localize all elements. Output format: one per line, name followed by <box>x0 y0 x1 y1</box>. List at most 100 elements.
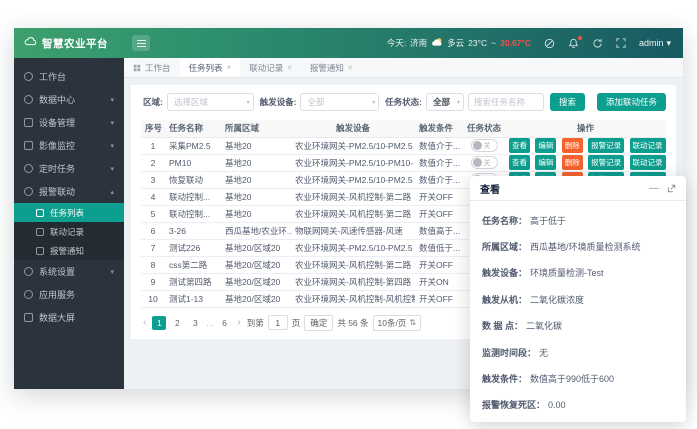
panel-body: 任务名称：高于低于 所属区域：西瓜基地/环境质量检测系统 触发设备：环境质量检测… <box>470 201 686 422</box>
page-number[interactable]: 1 <box>152 316 166 330</box>
close-icon[interactable]: × <box>287 63 292 72</box>
col-no: 序号 <box>141 120 165 137</box>
close-icon[interactable]: × <box>227 63 232 72</box>
goto-page-input[interactable] <box>268 315 288 330</box>
top-header: 智慧农业平台 今天: 济南 多云 23°C ~ 30.67°C <box>14 28 683 58</box>
prev-page-icon[interactable]: ‹ <box>141 317 148 328</box>
caret-down-icon: ▾ <box>247 99 250 106</box>
detail-field: 任务名称：高于低于 <box>482 214 674 227</box>
page-number[interactable]: 6 <box>217 316 231 330</box>
expand-icon[interactable] <box>667 184 676 193</box>
caret-down-icon: ▾ <box>666 38 671 49</box>
sidebar-item-scheduled-tasks[interactable]: 定时任务 ▾ <box>14 157 124 180</box>
weather-condition: 多云 <box>447 37 464 49</box>
view-button[interactable]: 查看 <box>509 138 530 153</box>
sidebar: 工作台 数据中心 ▾ 设备管理 ▾ 影像监控 ▾ 定时任务 ▾ <box>14 58 124 389</box>
username: admin <box>639 38 664 48</box>
sidebar-item-workbench[interactable]: 工作台 <box>14 65 124 88</box>
brand: 智慧农业平台 <box>14 34 124 52</box>
minimize-icon[interactable]: — <box>649 183 659 194</box>
caret-down-icon: ▾ <box>372 99 375 106</box>
page-suffix-label: 页 <box>292 317 301 329</box>
detail-field: 触发从机：二氧化碳浓度 <box>482 293 674 306</box>
edit-button[interactable]: 编辑 <box>535 155 556 170</box>
caret-down-icon: ▾ <box>110 142 114 150</box>
col-name: 任务名称 <box>165 120 221 137</box>
add-linkage-task-button[interactable]: 添加联动任务 <box>597 93 666 111</box>
page-number[interactable]: 3 <box>188 316 202 330</box>
sidebar-item-alarm-linkage[interactable]: 报警联动 ▴ <box>14 180 124 203</box>
linkage-record-button[interactable]: 联动记录 <box>630 138 666 153</box>
gear-icon <box>24 267 33 276</box>
search-input[interactable] <box>468 93 544 111</box>
caret-down-icon: ▾ <box>110 268 114 276</box>
delete-button[interactable]: 删除 <box>562 138 583 153</box>
page-number[interactable]: 2 <box>170 316 184 330</box>
tab-alarm-notice[interactable]: 报警通知 × <box>301 58 362 77</box>
close-icon[interactable]: × <box>348 63 353 72</box>
sidebar-item-data-center[interactable]: 数据中心 ▾ <box>14 88 124 111</box>
trigger-device-select[interactable]: 全部 ▾ <box>300 93 379 111</box>
weather-temp-high: 30.67°C <box>500 38 531 48</box>
status-toggle[interactable]: 关 <box>471 156 498 169</box>
user-menu[interactable]: admin ▾ <box>639 38 671 49</box>
sidebar-item-data-screen[interactable]: 数据大屏 <box>14 306 124 329</box>
help-icon[interactable] <box>544 38 555 49</box>
alarm-notice-icon <box>36 247 44 255</box>
sidebar-item-task-list[interactable]: 任务列表 <box>14 203 124 222</box>
alarm-record-button[interactable]: 报警记录 <box>588 155 624 170</box>
tab-task-list[interactable]: 任务列表 × <box>180 58 241 77</box>
table-row: 1 采集PM2.5 基地20 农业环境网关-PM2.5/10-PM2.5 数值介… <box>141 137 666 154</box>
edit-button[interactable]: 编辑 <box>535 138 556 153</box>
notification-bell-icon[interactable] <box>568 38 579 49</box>
sidebar-item-video-monitor[interactable]: 影像监控 ▾ <box>14 134 124 157</box>
logo-cloud-icon <box>24 34 37 52</box>
filter-bar: 区域: 选择区域 ▾ 触发设备: 全部 ▾ 任务状态: 全部 <box>141 93 666 111</box>
goto-label: 到第 <box>247 317 264 329</box>
sidebar-item-device-mgmt[interactable]: 设备管理 ▾ <box>14 111 124 134</box>
view-button[interactable]: 查看 <box>509 155 530 170</box>
tab-workbench[interactable]: 工作台 <box>124 58 180 77</box>
data-screen-icon <box>24 313 33 322</box>
task-status-select[interactable]: 全部 ▾ <box>426 93 464 111</box>
delete-button[interactable]: 删除 <box>562 155 583 170</box>
col-device: 触发设备 <box>291 120 415 137</box>
region-select[interactable]: 选择区域 ▾ <box>167 93 254 111</box>
goto-confirm-button[interactable]: 确定 <box>304 315 333 331</box>
alarm-record-button[interactable]: 报警记录 <box>588 138 624 153</box>
app-services-icon <box>24 290 33 299</box>
weather-info: 今天: 济南 多云 23°C ~ 30.67°C <box>387 37 531 49</box>
fullscreen-icon[interactable] <box>616 38 626 48</box>
page-ellipsis: ... <box>206 318 213 328</box>
sidebar-collapse-button[interactable] <box>132 35 150 51</box>
tab-bar: 工作台 任务列表 × 联动记录 × 报警通知 × <box>124 58 683 78</box>
detail-field: 数 据 点：二氧化碳 <box>482 319 674 332</box>
status-toggle[interactable]: 关 <box>471 139 498 152</box>
detail-field: 报警恢复死区：0.00 <box>482 398 674 411</box>
app-title: 智慧农业平台 <box>42 36 108 51</box>
alarm-linkage-submenu: 任务列表 联动记录 报警通知 <box>14 203 124 260</box>
panel-title: 查看 <box>480 181 500 196</box>
sidebar-item-system-settings[interactable]: 系统设置 ▾ <box>14 260 124 283</box>
sidebar-item-linkage-records[interactable]: 联动记录 <box>14 222 124 241</box>
detail-field: 所属区域：西瓜基地/环境质量检测系统 <box>482 240 674 253</box>
detail-field: 触发条件：数值高于990低于600 <box>482 372 674 385</box>
tab-linkage-records[interactable]: 联动记录 × <box>240 58 301 77</box>
camera-icon <box>24 141 33 150</box>
next-page-icon[interactable]: › <box>235 317 242 328</box>
caret-down-icon: ▾ <box>110 119 114 127</box>
sidebar-item-app-services[interactable]: 应用服务 <box>14 283 124 306</box>
caret-up-icon: ▴ <box>110 188 114 196</box>
col-condition: 触发条件 <box>415 120 463 137</box>
sidebar-item-alarm-notice[interactable]: 报警通知 <box>14 241 124 260</box>
page-size-select[interactable]: 10条/页 ⇅ <box>373 315 422 331</box>
linkage-record-button[interactable]: 联动记录 <box>630 155 666 170</box>
workbench-icon <box>24 72 33 81</box>
updown-icon: ⇅ <box>409 318 416 327</box>
search-button[interactable]: 搜索 <box>550 93 585 111</box>
notification-dot <box>578 36 582 40</box>
weather-prefix: 今天: <box>387 37 406 49</box>
col-status: 任务状态 <box>463 120 505 137</box>
clock-icon <box>24 164 33 173</box>
refresh-icon[interactable] <box>592 38 603 49</box>
